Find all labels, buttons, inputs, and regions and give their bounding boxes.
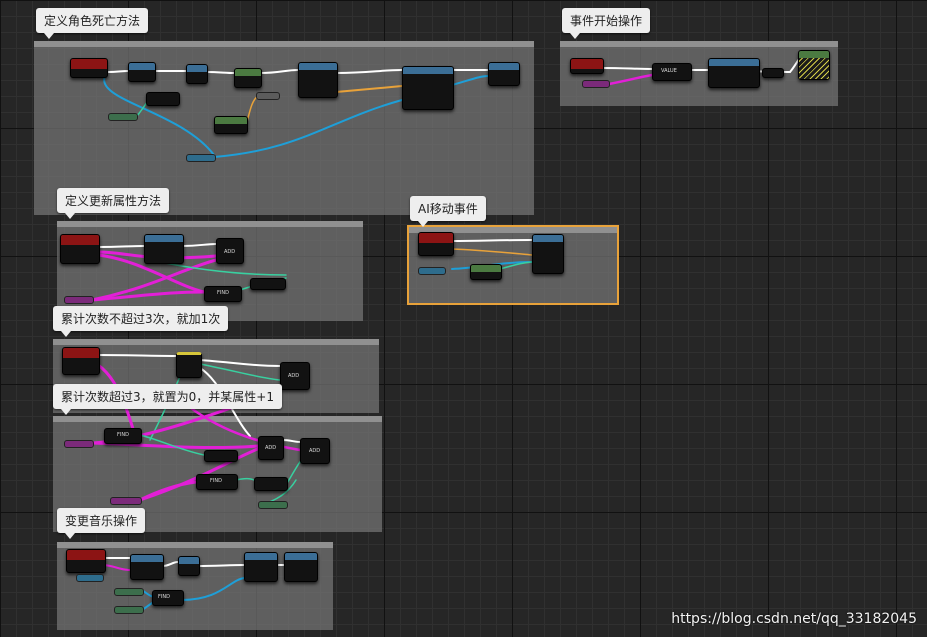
exec-wire bbox=[601, 67, 653, 70]
function-node-2[interactable] bbox=[186, 64, 208, 84]
comment-title-begin[interactable]: 事件开始操作 bbox=[562, 8, 651, 39]
variable-pill[interactable] bbox=[114, 588, 144, 596]
function-node-get-random-point[interactable] bbox=[470, 264, 502, 280]
exec-wire bbox=[281, 439, 301, 443]
variable-pill[interactable] bbox=[418, 267, 446, 275]
add-label: ADD bbox=[224, 249, 236, 255]
function-node-update-status[interactable] bbox=[298, 62, 338, 98]
variable-pill[interactable] bbox=[76, 574, 104, 582]
function-node-find[interactable]: FIND bbox=[204, 286, 242, 302]
variable-pill[interactable] bbox=[186, 154, 216, 162]
find-label: FIND bbox=[158, 594, 170, 600]
comment-title-count3[interactable]: 累计次数不超过3次，就加1次 bbox=[53, 306, 229, 337]
function-node-make-literal[interactable]: VALUE bbox=[652, 63, 692, 81]
variable-pill[interactable] bbox=[64, 440, 94, 448]
function-node-spawn-actor[interactable] bbox=[402, 66, 454, 110]
watermark-url: https://blog.csdn.net/qq_33182045 bbox=[671, 611, 917, 627]
string-wire bbox=[103, 564, 131, 571]
exec-wire bbox=[97, 245, 145, 248]
function-node-add[interactable]: ADD bbox=[300, 438, 330, 464]
add-label: ADD bbox=[265, 445, 277, 451]
float-wire bbox=[235, 477, 255, 481]
function-node-get-transform[interactable] bbox=[214, 116, 248, 134]
event-node-update-attr[interactable] bbox=[60, 234, 100, 264]
variable-pill[interactable] bbox=[108, 113, 138, 121]
object-wire bbox=[451, 75, 489, 86]
function-node-format[interactable] bbox=[254, 477, 288, 491]
function-node-ai-move-to[interactable] bbox=[532, 234, 564, 274]
event-node-on-death[interactable] bbox=[70, 58, 108, 78]
exec-wire bbox=[181, 243, 217, 247]
event-node-add-storing[interactable] bbox=[62, 347, 100, 375]
exec-wire bbox=[161, 561, 179, 567]
find-label: FIND bbox=[217, 290, 229, 296]
struct-wire bbox=[335, 85, 403, 93]
function-node-find[interactable]: FIND bbox=[152, 590, 184, 606]
find-label: FIND bbox=[117, 432, 129, 438]
string-wire bbox=[607, 73, 654, 86]
add-label: ADD bbox=[309, 448, 321, 454]
object-wire bbox=[181, 577, 245, 601]
variable-pill[interactable] bbox=[110, 497, 142, 505]
variable-pill[interactable] bbox=[582, 80, 610, 88]
struct-wire bbox=[451, 248, 533, 256]
comment-title-death[interactable]: 定义角色死亡方法 bbox=[36, 8, 149, 39]
function-node-end[interactable] bbox=[284, 552, 318, 582]
function-node-set-sound[interactable] bbox=[178, 556, 200, 576]
function-node-branch[interactable] bbox=[128, 62, 156, 82]
function-node-find[interactable]: FIND bbox=[104, 428, 142, 444]
comment-title-update[interactable]: 定义更新属性方法 bbox=[57, 188, 170, 219]
event-node-change-music[interactable] bbox=[66, 549, 106, 573]
function-node-print[interactable] bbox=[798, 50, 830, 80]
variable-pill[interactable] bbox=[114, 606, 144, 614]
function-node-set[interactable] bbox=[234, 68, 262, 88]
function-node-add-storing[interactable] bbox=[144, 234, 184, 264]
function-node-set-timer[interactable] bbox=[708, 58, 760, 88]
exec-wire bbox=[259, 69, 299, 74]
function-node-add[interactable]: ADD bbox=[258, 436, 284, 460]
event-node-move[interactable] bbox=[418, 232, 454, 256]
function-node-find[interactable]: FIND bbox=[196, 474, 238, 490]
comment-title-ai[interactable]: AI移动事件 bbox=[410, 196, 486, 227]
exec-wire bbox=[197, 564, 245, 567]
variable-pill[interactable] bbox=[258, 501, 288, 509]
exec-wire bbox=[105, 70, 129, 73]
function-node-format[interactable] bbox=[204, 450, 238, 462]
exec-wire bbox=[205, 71, 235, 74]
value-label: VALUE bbox=[661, 68, 677, 74]
exec-wire bbox=[199, 359, 281, 367]
function-node-branch-check[interactable] bbox=[176, 352, 202, 378]
function-node-sequence[interactable] bbox=[762, 68, 784, 78]
function-node-stop-music[interactable] bbox=[130, 554, 164, 580]
event-node-begin-play[interactable] bbox=[570, 58, 604, 74]
variable-pill[interactable] bbox=[256, 92, 280, 100]
find-label: FIND bbox=[210, 478, 222, 484]
function-node-destroy[interactable] bbox=[488, 62, 520, 86]
function-node-add[interactable]: ADD bbox=[280, 362, 310, 390]
function-node-add[interactable]: ADD bbox=[216, 238, 244, 264]
exec-wire bbox=[335, 69, 403, 74]
function-node-play[interactable] bbox=[244, 552, 278, 582]
function-node-compare[interactable] bbox=[146, 92, 180, 106]
blueprint-graph-canvas[interactable]: VALUE ADD FIND ADD FIND ADD ADD FIND FIN… bbox=[0, 0, 927, 637]
variable-pill[interactable] bbox=[64, 296, 94, 304]
add-label: ADD bbox=[288, 373, 300, 379]
comment-title-reset[interactable]: 累计次数超过3，就置为0，并某属性+1 bbox=[53, 384, 282, 415]
function-node-format[interactable] bbox=[250, 278, 286, 290]
exec-wire bbox=[451, 239, 533, 242]
comment-title-music[interactable]: 变更音乐操作 bbox=[57, 508, 146, 539]
exec-wire bbox=[97, 354, 177, 357]
